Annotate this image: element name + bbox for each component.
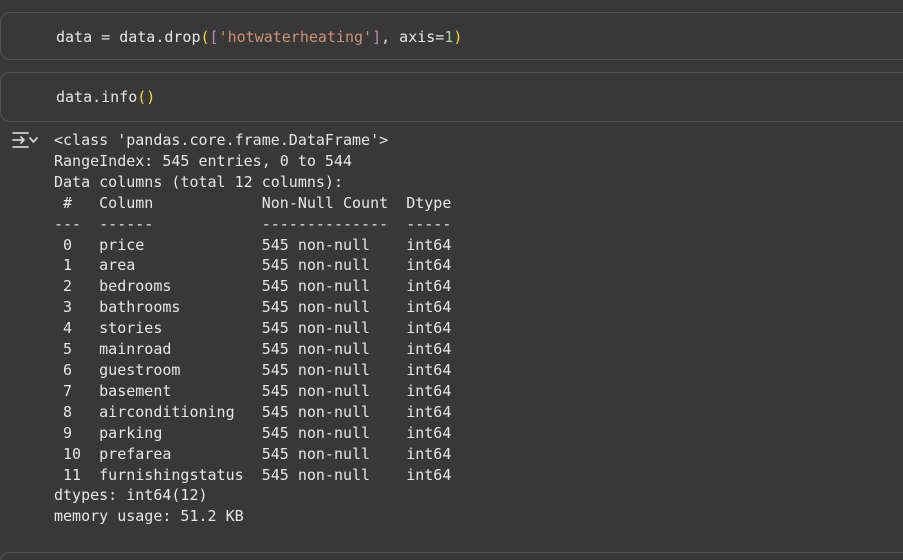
output-line: 11 furnishingstatus 545 non-null int64 bbox=[54, 465, 452, 484]
output-line: 9 parking 545 non-null int64 bbox=[54, 423, 452, 442]
code-cell-drop[interactable]: data = data.drop(['hotwaterheating'], ax… bbox=[0, 12, 903, 60]
output-line: 5 mainroad 545 non-null int64 bbox=[54, 340, 452, 359]
output-line: <class 'pandas.core.frame.DataFrame'> bbox=[54, 131, 389, 149]
code-token-open-bracket: [ bbox=[209, 28, 219, 46]
output-line: 10 prefarea 545 non-null int64 bbox=[54, 444, 452, 463]
output-line: 4 stories 545 non-null int64 bbox=[54, 319, 452, 338]
cell-output: <class 'pandas.core.frame.DataFrame'> Ra… bbox=[0, 124, 903, 544]
output-toggle-icon[interactable] bbox=[11, 130, 39, 152]
code-line[interactable]: data = data.drop(['hotwaterheating'], ax… bbox=[56, 28, 462, 46]
output-line: 6 guestroom 545 non-null int64 bbox=[54, 360, 452, 379]
code-cell-info[interactable]: data.info() bbox=[0, 72, 903, 122]
output-line: RangeIndex: 545 entries, 0 to 544 bbox=[54, 151, 353, 170]
output-line: 8 airconditioning 545 non-null int64 bbox=[54, 402, 452, 421]
output-line: 7 basement 545 non-null int64 bbox=[54, 381, 452, 400]
output-line: 1 area 545 non-null int64 bbox=[54, 256, 452, 275]
output-line: --- ------ -------------- ----- bbox=[54, 214, 452, 233]
code-token-open-paren: ( bbox=[200, 28, 210, 46]
code-token-call: data.drop bbox=[119, 28, 201, 46]
output-text: <class 'pandas.core.frame.DataFrame'> Ra… bbox=[54, 130, 451, 527]
output-line: Data columns (total 12 columns): bbox=[54, 172, 343, 191]
code-line[interactable]: data.info() bbox=[56, 88, 155, 106]
output-line: 3 bathrooms 545 non-null int64 bbox=[54, 298, 452, 317]
code-token-assign: = bbox=[92, 28, 120, 46]
code-cell-next[interactable] bbox=[0, 552, 903, 560]
code-token-string: 'hotwaterheating' bbox=[218, 28, 373, 46]
code-token-args: , axis= bbox=[381, 28, 445, 46]
code-token-var: data bbox=[56, 28, 93, 46]
output-line: dtypes: int64(12) bbox=[54, 486, 208, 505]
code-token-close-bracket: ] bbox=[372, 28, 382, 46]
output-line: # Column Non-Null Count Dtype bbox=[54, 193, 452, 212]
code-token-parens: () bbox=[137, 88, 156, 106]
output-line: 2 bedrooms 545 non-null int64 bbox=[54, 277, 452, 296]
code-token-close-paren: ) bbox=[453, 28, 463, 46]
code-token-call: data.info bbox=[56, 88, 138, 106]
output-line: memory usage: 51.2 KB bbox=[54, 507, 244, 526]
output-line: 0 price 545 non-null int64 bbox=[54, 235, 452, 254]
